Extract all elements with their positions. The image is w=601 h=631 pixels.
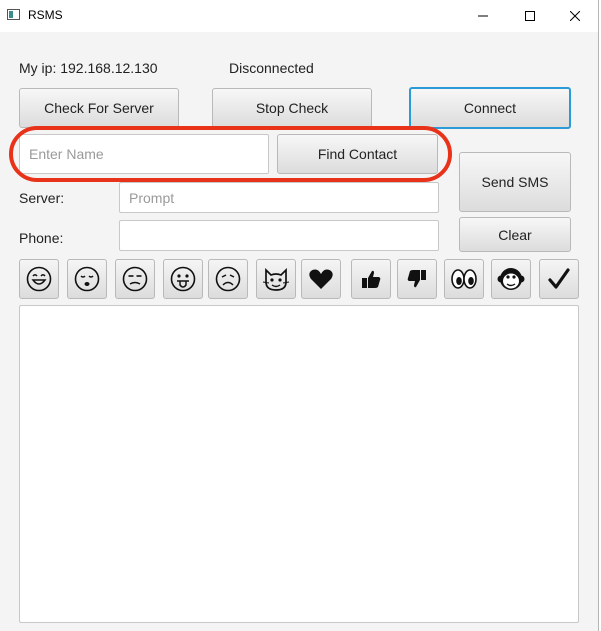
kiss-icon	[74, 266, 100, 292]
send-sms-button[interactable]: Send SMS	[459, 152, 571, 212]
smile-icon	[26, 266, 52, 292]
close-icon	[570, 11, 580, 21]
stop-check-button[interactable]: Stop Check	[212, 88, 372, 128]
emoji-eyes-button[interactable]	[444, 259, 484, 299]
server-input[interactable]: Prompt	[119, 182, 439, 213]
emoji-cat-button[interactable]	[256, 259, 296, 299]
emoji-unamused-button[interactable]	[115, 259, 155, 299]
thumbs-down-icon	[407, 270, 426, 288]
phone-input[interactable]	[119, 220, 439, 251]
maximize-button[interactable]	[507, 0, 553, 32]
phone-label: Phone:	[19, 230, 64, 246]
maximize-icon	[525, 11, 535, 21]
emoji-thumbs-up-button[interactable]	[351, 259, 391, 299]
clear-button[interactable]: Clear	[459, 217, 571, 252]
message-textarea[interactable]	[19, 305, 579, 623]
emoji-heart-button[interactable]	[301, 259, 341, 299]
tongue-icon	[170, 266, 196, 292]
app-window: RSMS My ip: 192.168.12.130 Disconnected …	[0, 0, 599, 631]
unamused-icon	[122, 266, 148, 292]
connect-button[interactable]: Connect	[409, 87, 571, 129]
check-for-server-button[interactable]: Check For Server	[19, 88, 179, 128]
emoji-check-button[interactable]	[539, 259, 579, 299]
server-label: Server:	[19, 190, 65, 206]
minimize-icon	[478, 15, 488, 17]
emoji-thumbs-down-button[interactable]	[397, 259, 437, 299]
emoji-kiss-button[interactable]	[67, 259, 107, 299]
emoji-monkey-button[interactable]	[491, 259, 531, 299]
sad-icon	[215, 266, 241, 292]
my-ip-label: My ip: 192.168.12.130	[19, 60, 158, 76]
thumbs-up-icon	[362, 270, 381, 288]
title-bar: RSMS	[0, 0, 598, 32]
emoji-tongue-button[interactable]	[163, 259, 203, 299]
eyes-icon	[451, 269, 477, 289]
find-contact-button[interactable]: Find Contact	[277, 134, 438, 174]
checkmark-icon	[548, 268, 570, 289]
connection-status: Disconnected	[229, 60, 314, 76]
heart-icon	[309, 269, 333, 289]
minimize-button[interactable]	[460, 0, 506, 32]
emoji-smile-button[interactable]	[19, 259, 59, 299]
name-input[interactable]: Enter Name	[19, 134, 269, 174]
cat-icon	[262, 267, 290, 291]
window-title: RSMS	[28, 8, 63, 22]
close-button[interactable]	[552, 0, 598, 32]
emoji-sad-button[interactable]	[208, 259, 248, 299]
monkey-icon	[497, 268, 525, 290]
app-icon	[7, 9, 20, 20]
